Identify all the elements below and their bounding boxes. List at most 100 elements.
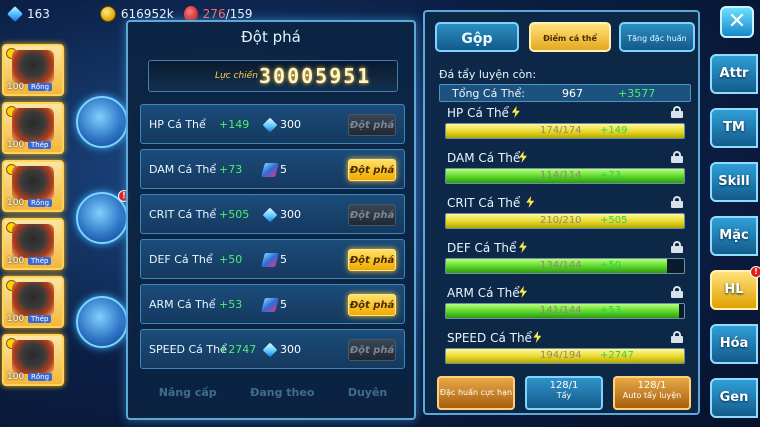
tab-individual-points[interactable]: Điểm cá thể <box>529 22 611 52</box>
pet-portrait <box>12 166 54 200</box>
pet-card[interactable]: 100 Rồng <box>2 44 64 96</box>
pet-portrait <box>12 224 54 258</box>
nav-transform[interactable]: Hóa <box>710 324 758 364</box>
lock-icon[interactable] <box>671 331 683 343</box>
tab-merge[interactable]: Gộp <box>435 22 519 52</box>
total-label: Tổng Cá Thể: <box>452 87 525 100</box>
stat-bar: SPEED Cá Thể 194/194 +2747 <box>439 331 691 375</box>
breakthrough-button[interactable]: Đột phá <box>348 159 396 181</box>
pet-card[interactable]: 100 Thép <box>2 102 64 154</box>
lock-icon[interactable] <box>671 151 683 163</box>
scroll-icon <box>261 298 279 312</box>
stat-bar-track: 114/114 +73 <box>445 168 685 184</box>
stat-bar-value: 134/144 <box>540 260 582 271</box>
pet-card[interactable]: 100 Rồng <box>2 334 64 386</box>
breakthrough-button[interactable]: Đột phá <box>348 249 396 271</box>
pet-portrait <box>12 108 54 142</box>
cost-value: 300 <box>280 118 301 131</box>
lock-icon[interactable] <box>671 106 683 118</box>
pet-portrait <box>12 282 54 316</box>
power-label: Lực chiến <box>215 71 258 81</box>
lightning-icon <box>519 241 527 253</box>
stamina-current: 276 <box>202 7 226 21</box>
stat-bar-track: 210/210 +505 <box>445 213 685 229</box>
diamond-icon <box>262 342 278 358</box>
lightning-icon <box>511 106 520 118</box>
stat-bar-label: ARM Cá Thể <box>447 286 520 300</box>
diamond-icon <box>262 117 278 133</box>
tab-following[interactable]: Đang theo <box>250 386 314 412</box>
breakthrough-button[interactable]: Đột phá <box>348 339 396 361</box>
cost-value: 300 <box>280 343 301 356</box>
pet-type: Rồng <box>28 373 53 381</box>
lightning-icon <box>533 331 542 343</box>
stat-bar-label: CRIT Cá Thể <box>447 196 521 210</box>
stat-bonus: +2747 <box>219 343 257 356</box>
pet-card[interactable]: 100 Thép <box>2 276 64 328</box>
nav-attr[interactable]: Attr <box>710 54 758 94</box>
gem-resource: 163 <box>7 6 50 22</box>
stat-bar-track: 174/174 +149 <box>445 123 685 139</box>
cost-value: 5 <box>280 163 287 176</box>
pet-roster: 100 Rồng 100 Thép 100 Rồng 100 Thép 100 Thép … <box>2 44 66 394</box>
nav-skill[interactable]: Skill <box>710 162 758 202</box>
total-individual: Tổng Cá Thể: 967 +3577 <box>439 84 691 102</box>
pet-level: 100 <box>7 372 25 382</box>
stat-name: SPEED Cá Thể <box>149 343 227 356</box>
feature-icons: ! <box>74 92 130 372</box>
pet-portrait <box>12 340 54 374</box>
stat-bar: HP Cá Thể 174/174 +149 <box>439 106 691 150</box>
bottom-tab-bar: Nâng cấp Đang theo Duyên <box>142 386 404 412</box>
tab-special-training[interactable]: Tăng đặc huấn <box>619 22 695 52</box>
breakthrough-button[interactable]: Đột phá <box>348 204 396 226</box>
pet-type: Rồng <box>28 83 53 91</box>
total-bonus: +3577 <box>618 87 656 100</box>
remaining-stones-label: Đá tẩy luyện còn: <box>439 68 537 81</box>
coin-icon <box>99 6 116 22</box>
stat-name: ARM Cá Thể <box>149 298 216 311</box>
pet-level: 100 <box>7 314 25 324</box>
stat-bonus: +149 <box>219 118 250 131</box>
pet-card[interactable]: 100 Rồng <box>2 160 64 212</box>
pet-type: Rồng <box>28 199 53 207</box>
breakthrough-button[interactable]: Đột phá <box>348 114 396 136</box>
pet-card[interactable]: 100 Thép <box>2 218 64 270</box>
tab-bond[interactable]: Duyên <box>348 386 387 412</box>
lock-icon[interactable] <box>671 286 683 298</box>
stat-name: CRIT Cá Thể <box>149 208 217 221</box>
stat-bonus: +505 <box>219 208 250 221</box>
gear-core-icon[interactable] <box>76 296 128 348</box>
stat-bar-label: SPEED Cá Thể <box>447 331 532 345</box>
nav-gen[interactable]: Gen <box>710 378 758 418</box>
stat-name: DAM Cá Thể <box>149 163 217 176</box>
extreme-training-button[interactable]: Đặc huấn cực hạn <box>437 376 515 410</box>
breakthrough-panel: Đột phá Lực chiến 30005951 HP Cá Thể +14… <box>126 20 416 420</box>
event-icon[interactable] <box>76 96 128 148</box>
nav-costume[interactable]: Mặc <box>710 216 758 256</box>
cost-value: 300 <box>280 208 301 221</box>
pet-level: 100 <box>7 256 25 266</box>
stat-bar-value: 114/114 <box>540 170 582 181</box>
lock-icon[interactable] <box>671 196 683 208</box>
stat-bar-value: 141/144 <box>540 305 582 316</box>
side-navigation: ✕ Attr TM Skill Mặc HL ! Hóa Gen <box>706 0 760 427</box>
tab-upgrade[interactable]: Nâng cấp <box>159 386 217 412</box>
breakthrough-row-hp: HP Cá Thể +149 300 Đột phá <box>140 104 405 144</box>
wash-button[interactable]: 128/1 Tẩy <box>525 376 603 410</box>
breakthrough-row-crit: CRIT Cá Thể +505 300 Đột phá <box>140 194 405 234</box>
scroll-icon <box>261 163 279 177</box>
pet-type: Thép <box>28 315 52 323</box>
power-value: 30005951 <box>259 64 372 88</box>
gem-icon <box>7 6 23 22</box>
breakthrough-button[interactable]: Đột phá <box>348 294 396 316</box>
pet-level: 100 <box>7 140 25 150</box>
auto-wash-button[interactable]: 128/1 Auto tẩy luyện <box>613 376 691 410</box>
nav-tm[interactable]: TM <box>710 108 758 148</box>
breakthrough-row-arm: ARM Cá Thể +53 5 Đột phá <box>140 284 405 324</box>
wash-label: Tẩy <box>556 391 572 400</box>
lock-icon[interactable] <box>671 241 683 253</box>
stat-bonus: +73 <box>219 163 243 176</box>
close-icon[interactable]: ✕ <box>720 6 754 38</box>
panel-title: Đột phá <box>241 28 301 46</box>
stat-bonus: +53 <box>219 298 243 311</box>
